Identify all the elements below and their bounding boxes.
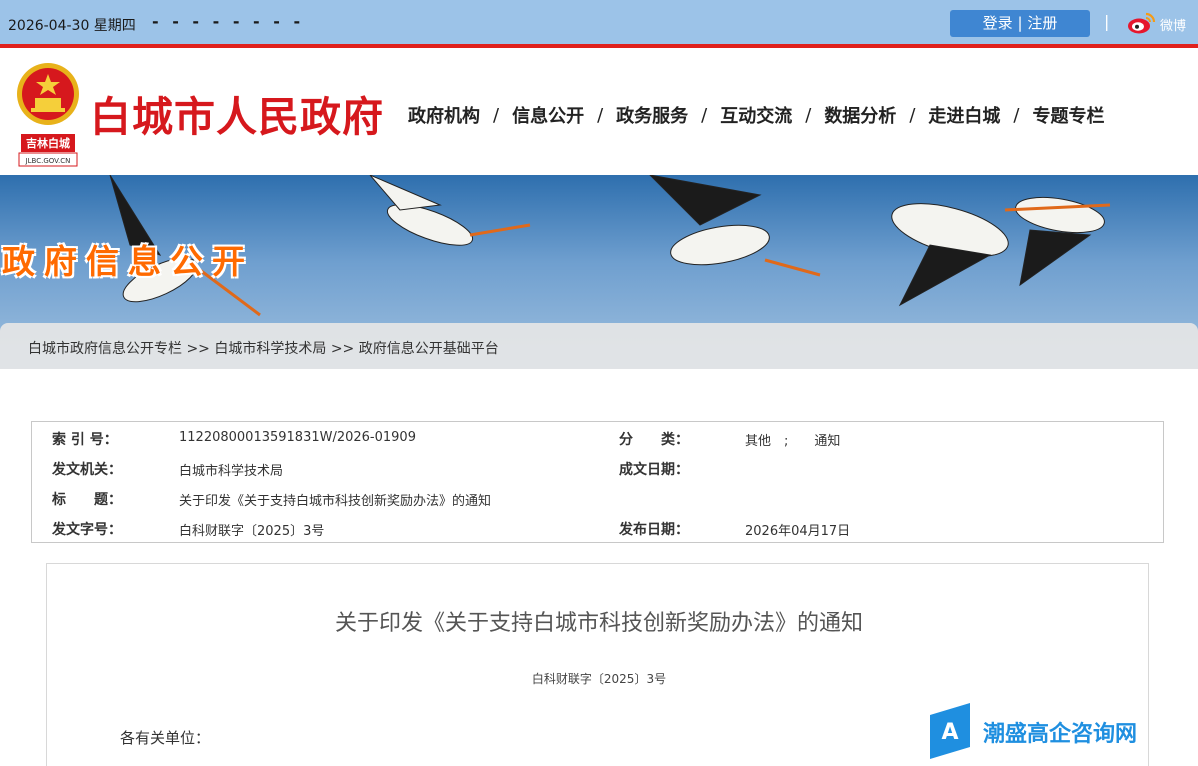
category-label: 分 类： (619, 432, 689, 448)
watermark-logo-icon: A (930, 703, 970, 759)
top-bar: 2026-04-30 星期四 - - - - - - - - 登录 | 注册 |… (0, 0, 1198, 46)
document-title: 关于印发《关于支持白城市科技创新奖励办法》的通知 (334, 611, 863, 636)
breadcrumb-separator: >> (186, 341, 210, 357)
created-date-label: 成文日期： (619, 462, 689, 478)
breadcrumb-item[interactable]: 白城市科学技术局 (214, 341, 326, 357)
current-date: 2026-04-30 星期四 (8, 18, 136, 34)
banner-title: 政府信息公开 (2, 242, 254, 281)
breadcrumb: 白城市政府信息公开专栏 >> 白城市科学技术局 >> 政府信息公开基础平台 (28, 338, 499, 358)
doc-number-label: 发文字号： (52, 522, 122, 538)
document-greeting: 各有关单位： (120, 729, 211, 747)
document-number: 白科财联字〔2025〕3号 (531, 672, 667, 686)
weibo-icon[interactable] (1126, 11, 1156, 35)
index-number-value: 11220800013591831W/2026-01909 (179, 430, 416, 445)
breadcrumb-item[interactable]: 白城市政府信息公开专栏 (28, 341, 182, 357)
breadcrumb-separator: >> (330, 341, 355, 357)
emblem-label: 吉林白城 (26, 136, 70, 150)
meta-row: 索 引 号： 11220800013591831W/2026-01909 分 类… (32, 424, 1163, 454)
published-date-label: 发布日期： (619, 522, 689, 538)
topbar-separator: | (1104, 12, 1110, 31)
nav-item-about-city[interactable]: 走进白城 (928, 102, 1000, 128)
meta-row: 发文字号： 白科财联字〔2025〕3号 发布日期： 2026年04月17日 (32, 514, 1163, 544)
weibo-label[interactable]: 微博 (1160, 15, 1186, 34)
nav-item-government-services[interactable]: 政务服务 (616, 102, 688, 128)
meta-row: 标 题： 关于印发《关于支持白城市科技创新奖励办法》的通知 (32, 484, 1163, 514)
issuer-value: 白城市科学技术局 (179, 464, 284, 479)
emblem-domain: JLBC.GOV.CN (25, 157, 71, 165)
nav-item-info-disclosure[interactable]: 信息公开 (512, 102, 584, 128)
marquee-placeholder: - - - - - - - - (152, 12, 305, 31)
site-title[interactable]: 白城市人民政府 (90, 83, 384, 143)
index-number-label: 索 引 号： (52, 432, 118, 448)
login-register-button[interactable]: 登录 | 注册 (950, 10, 1090, 37)
nav-separator: / (493, 104, 500, 126)
main-nav: 政府机构 / 信息公开 / 政务服务 / 互动交流 / 数据分析 / 走进白城 … (408, 102, 1104, 128)
nav-item-government-agencies[interactable]: 政府机构 (408, 102, 480, 128)
nav-separator: / (701, 104, 708, 126)
document-metadata-table: 索 引 号： 11220800013591831W/2026-01909 分 类… (31, 421, 1164, 543)
nav-item-data-analysis[interactable]: 数据分析 (824, 102, 896, 128)
login-link[interactable]: 登录 (983, 14, 1013, 32)
subject-value: 关于印发《关于支持白城市科技创新奖励办法》的通知 (179, 494, 492, 509)
login-separator: | (1017, 14, 1023, 32)
nav-separator: / (805, 104, 812, 126)
issuer-label: 发文机关： (52, 462, 122, 478)
nav-separator: / (1013, 104, 1020, 126)
nav-separator: / (909, 104, 916, 126)
watermark-text: 潮盛高企咨询网 (983, 721, 1138, 747)
published-date-value: 2026年04月17日 (745, 524, 851, 539)
doc-number-value: 白科财联字〔2025〕3号 (179, 524, 325, 539)
nav-item-special-topics[interactable]: 专题专栏 (1032, 102, 1104, 128)
register-link[interactable]: 注册 (1027, 14, 1057, 32)
nav-separator: / (597, 104, 604, 126)
svg-text:A: A (941, 720, 958, 745)
city-emblem-logo[interactable]: 吉林白城 JLBC.GOV.CN (15, 60, 81, 168)
category-value: 其他 ; 通知 (745, 434, 841, 449)
breadcrumb-item[interactable]: 政府信息公开基础平台 (359, 341, 499, 357)
nav-item-interaction[interactable]: 互动交流 (720, 102, 792, 128)
topbar-divider (0, 44, 1198, 48)
meta-row: 发文机关： 白城市科学技术局 成文日期： (32, 454, 1163, 484)
subject-label: 标 题： (52, 492, 122, 508)
